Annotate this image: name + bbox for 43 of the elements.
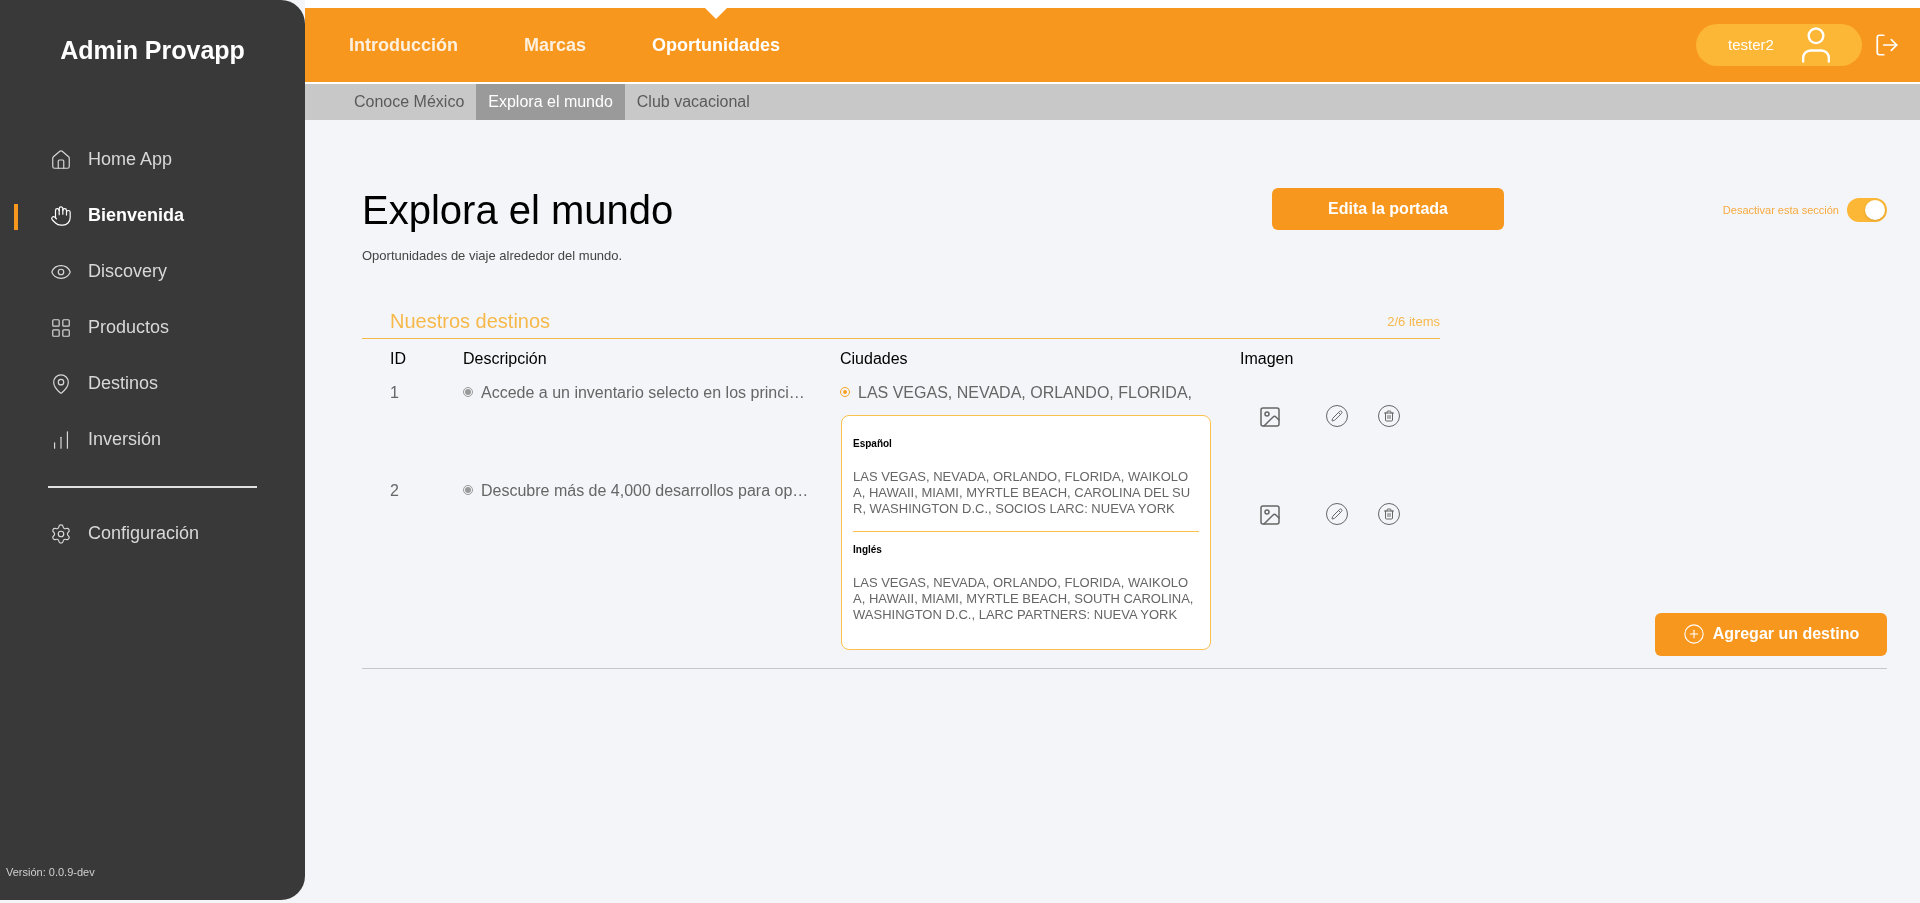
table-cell-text: Descubre más de 4,000 desarrollos para op… [481, 480, 809, 501]
section-title: Nuestros destinos [390, 308, 551, 334]
sidebar-item[interactable]: Bienvenida [50, 202, 185, 229]
sidebar-item[interactable]: Destinos [50, 370, 159, 397]
language-label: Inglés [853, 542, 883, 557]
page-title: Explora el mundo [362, 187, 675, 234]
page-subtitle: Oportunidades de viaje alrededor del mundo. [362, 247, 624, 265]
image-icon[interactable] [1258, 502, 1282, 527]
house-icon [50, 148, 72, 171]
column-header: ID [390, 348, 407, 369]
active-indicator [14, 203, 18, 230]
table-cell-text: Accede a un inventario selecto en los princi… [481, 382, 805, 403]
toggle-label: Desactivar esta sección [1722, 202, 1839, 218]
add-destination-button[interactable]: Agregar un destino [1655, 612, 1887, 656]
cities-text: LAS VEGAS, NEVADA, ORLANDO, FLORIDA, WAIKOLOA, HAWAII, MIAMI, MYRTLE BEACH, CAROLINA DEL SUR, WASHINGTON D.C., SOCIOS LARC: NUEVA YORK [853, 468, 1192, 517]
section-toggle[interactable] [1847, 198, 1887, 222]
map-pin-icon [50, 372, 72, 395]
edit-cover-button[interactable]: Edita la portada [1272, 188, 1504, 230]
top-nav-tab[interactable]: Oportunidades [652, 8, 781, 82]
hand-icon [50, 204, 72, 227]
table-cell-text: 2 [390, 480, 400, 501]
sidebar-item[interactable]: Inversión [50, 426, 162, 453]
language-label: Español [853, 436, 893, 451]
plus-icon [1682, 623, 1705, 645]
column-header: Ciudades [840, 348, 909, 369]
sub-nav-tab[interactable]: Explora el mundo [476, 84, 625, 120]
cities-text: LAS VEGAS, NEVADA, ORLANDO, FLORIDA, WAIKOLOA, HAWAII, MIAMI, MYRTLE BEACH, SOUTH CAROLINA, WASHINGTON D.C., LARC PARTNERS: NUEVA YORK [853, 574, 1195, 623]
table-cell-text: 1 [390, 382, 400, 403]
column-header: Imagen [1240, 348, 1295, 369]
sidebar-item[interactable]: Discovery [50, 258, 167, 285]
shapes-icon [50, 316, 72, 339]
sidebar-item[interactable]: Productos [50, 314, 170, 341]
sidebar-item[interactable]: Configuración [50, 520, 200, 547]
column-header: Descripción [463, 348, 548, 369]
table-cell-text: LAS VEGAS, NEVADA, ORLANDO, FLORIDA, [858, 382, 1192, 403]
version-label: Versión: 0.0.9-dev [5, 864, 96, 880]
settings-icon [50, 522, 72, 545]
image-icon[interactable] [1258, 404, 1282, 429]
sidebar-item[interactable]: Home App [50, 146, 173, 173]
brand-title: Admin Provapp [59, 35, 246, 66]
item-count: 2/6 items [1387, 313, 1440, 331]
sub-nav-tab[interactable]: Club vacacional [624, 84, 762, 120]
sub-nav-tab[interactable]: Conoce México [342, 84, 477, 120]
